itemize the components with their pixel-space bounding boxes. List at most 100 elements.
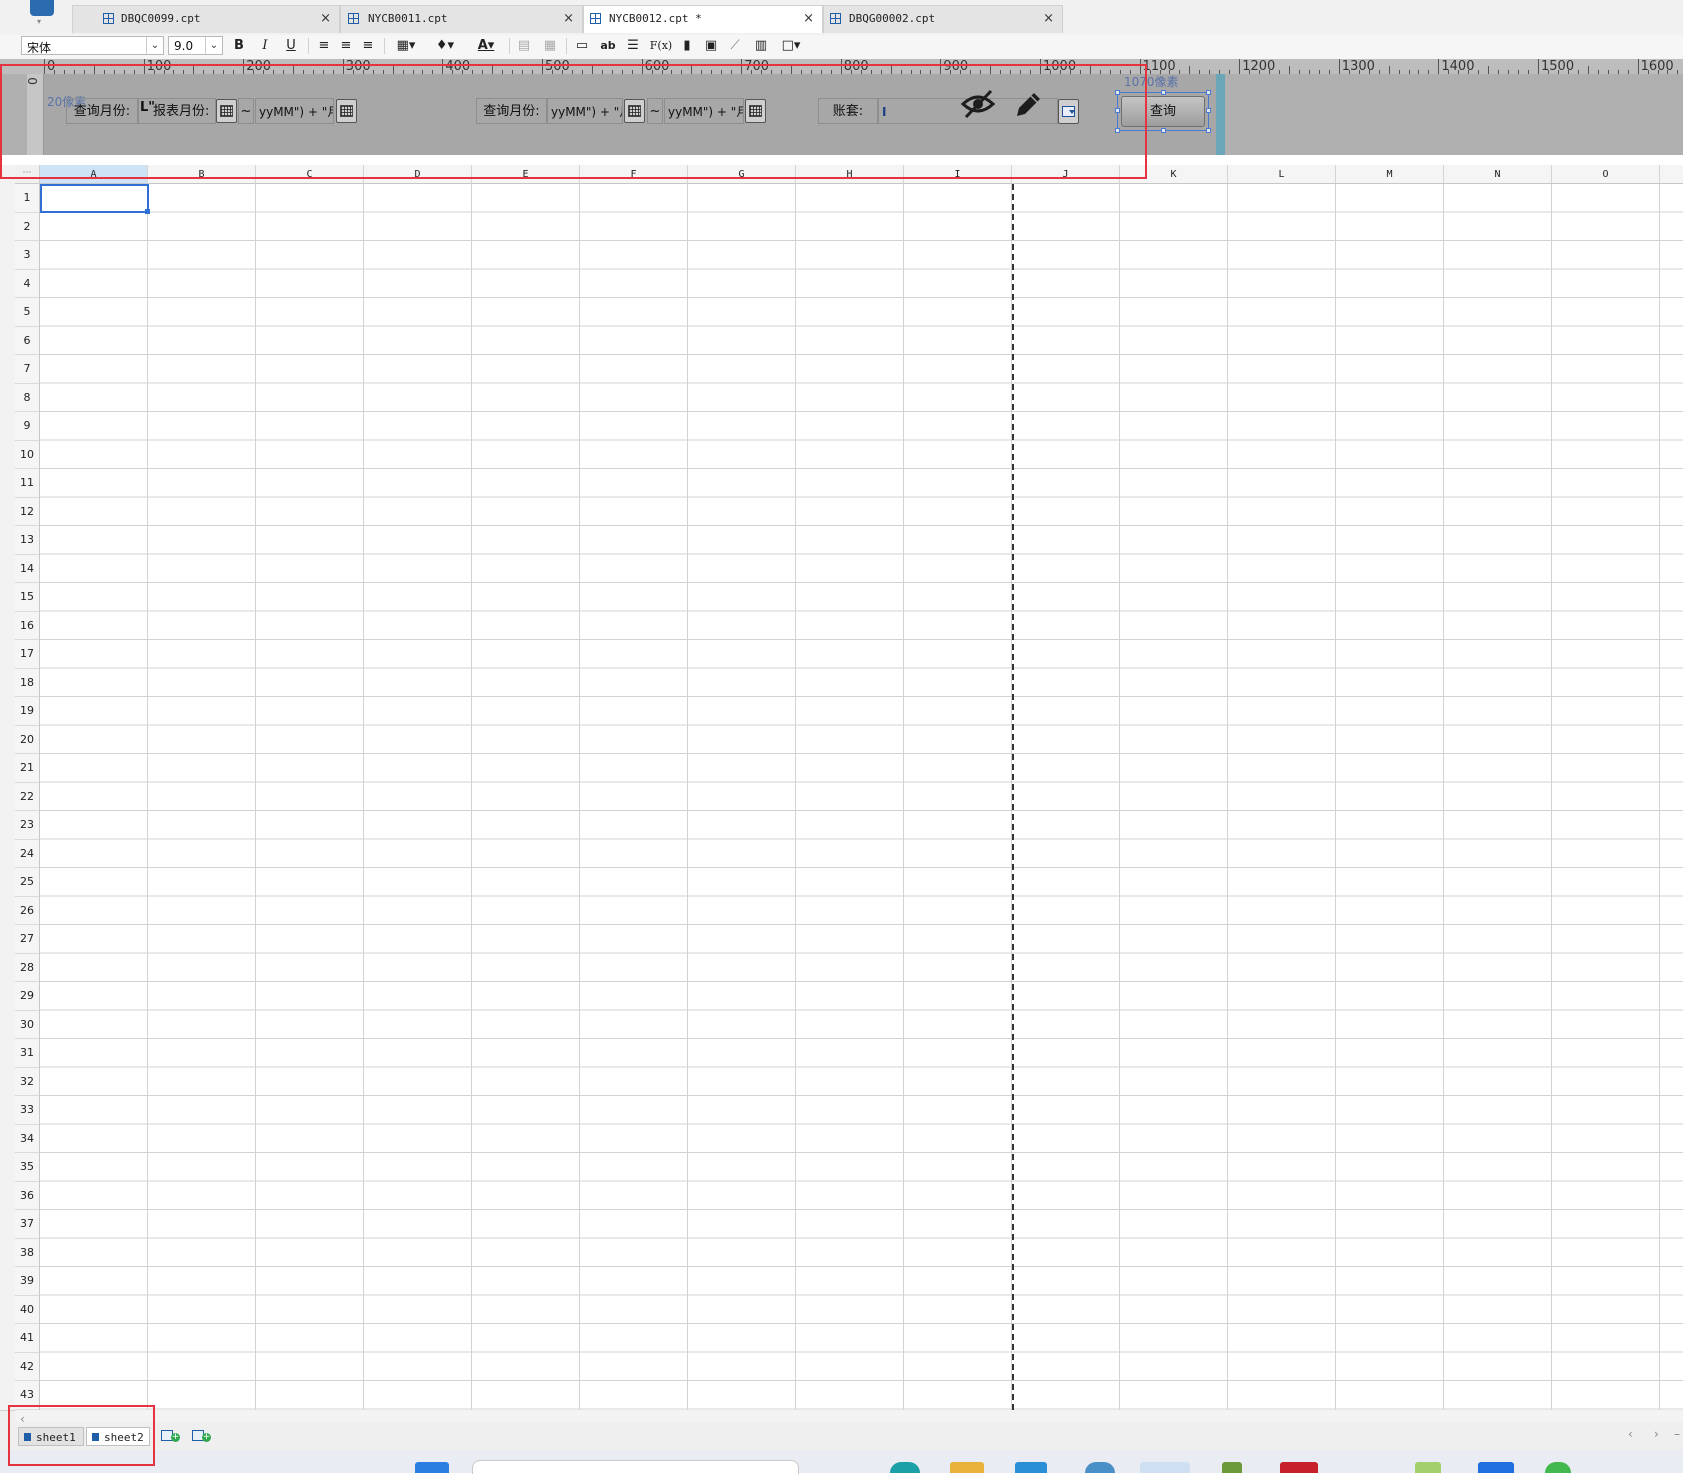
italic-button[interactable]: I: [257, 37, 273, 55]
app-logo-icon[interactable]: [30, 0, 54, 16]
bar-chart-icon[interactable]: ▮: [678, 37, 696, 55]
tab-close-icon[interactable]: ×: [563, 11, 574, 26]
split-cells-icon[interactable]: ▦: [541, 37, 559, 55]
fill-color-icon[interactable]: ♦▾: [430, 37, 460, 55]
font-family-select[interactable]: 宋体 ⌄: [21, 36, 164, 55]
app-icon[interactable]: [1085, 1462, 1115, 1473]
column-header-o[interactable]: O: [1552, 165, 1660, 183]
tab-dbqc0099[interactable]: DBQC0099.cpt ×: [72, 5, 340, 33]
scroll-prev-icon[interactable]: ‹: [1628, 1427, 1633, 1441]
text-tool-button[interactable]: ab: [598, 37, 618, 55]
row-header-36[interactable]: 36: [15, 1182, 39, 1210]
align-left-icon[interactable]: ≡: [315, 37, 333, 55]
horizontal-scrollbar[interactable]: [15, 1410, 1683, 1422]
column-header-m[interactable]: M: [1336, 165, 1444, 183]
row-header-29[interactable]: 29: [15, 982, 39, 1011]
row-header-11[interactable]: 11: [15, 469, 39, 498]
row-header-22[interactable]: 22: [15, 783, 39, 811]
red-app-icon[interactable]: [1280, 1462, 1318, 1473]
font-color-icon[interactable]: A▾: [470, 37, 502, 55]
row-header-32[interactable]: 32: [15, 1068, 39, 1096]
bold-button[interactable]: B: [231, 37, 247, 55]
merge-cells-icon[interactable]: ▤: [515, 37, 533, 55]
active-cell-a1[interactable]: [40, 184, 150, 214]
row-header-15[interactable]: 15: [15, 583, 39, 612]
paragraph-icon[interactable]: ☰: [624, 37, 642, 55]
row-header-26[interactable]: 26: [15, 897, 39, 925]
slash-icon[interactable]: ⟋: [726, 37, 744, 55]
column-header-l[interactable]: L: [1228, 165, 1336, 183]
row-header-8[interactable]: 8: [15, 384, 39, 412]
underline-button[interactable]: U: [283, 37, 299, 55]
row-header-16[interactable]: 16: [15, 612, 39, 640]
cell-grid[interactable]: [40, 184, 1683, 1410]
row-header-19[interactable]: 19: [15, 697, 39, 726]
row-header-20[interactable]: 20: [15, 726, 39, 754]
row-header-30[interactable]: 30: [15, 1011, 39, 1039]
tab-nycb0011[interactable]: NYCB0011.cpt ×: [340, 5, 583, 33]
border-style-icon[interactable]: ▦▾: [391, 37, 421, 55]
browser-icon[interactable]: [890, 1462, 920, 1473]
folder-icon[interactable]: [950, 1462, 984, 1473]
row-header-40[interactable]: 40: [15, 1296, 39, 1324]
chevron-down-icon[interactable]: ⌄: [205, 37, 222, 54]
row-header-2[interactable]: 2: [15, 213, 39, 241]
image-icon[interactable]: ▣: [702, 37, 720, 55]
row-header-14[interactable]: 14: [15, 555, 39, 583]
scroll-next-icon[interactable]: ›: [1654, 1427, 1659, 1441]
row-header-7[interactable]: 7: [15, 355, 39, 384]
formula-button[interactable]: F(x): [648, 37, 674, 55]
row-header-39[interactable]: 39: [15, 1267, 39, 1296]
start-menu-icon[interactable]: [415, 1462, 449, 1473]
row-header-4[interactable]: 4: [15, 270, 39, 298]
row-header-42[interactable]: 42: [15, 1353, 39, 1381]
font-size-select[interactable]: 9.0 ⌄: [168, 36, 223, 55]
tab-close-icon[interactable]: ×: [1043, 11, 1054, 26]
active-app-icon[interactable]: [1140, 1462, 1190, 1473]
sub-report-icon[interactable]: ▥: [752, 37, 770, 55]
blue-app-icon[interactable]: [1478, 1462, 1514, 1473]
insert-widget-icon[interactable]: ▭: [572, 37, 592, 55]
tab-close-icon[interactable]: ×: [320, 11, 331, 26]
row-header-21[interactable]: 21: [15, 754, 39, 783]
row-header-6[interactable]: 6: [15, 327, 39, 355]
store-icon[interactable]: [1015, 1462, 1047, 1473]
row-header-38[interactable]: 38: [15, 1239, 39, 1267]
row-header-25[interactable]: 25: [15, 868, 39, 897]
row-header-35[interactable]: 35: [15, 1153, 39, 1182]
row-header-17[interactable]: 17: [15, 640, 39, 669]
row-header-12[interactable]: 12: [15, 498, 39, 526]
row-header-34[interactable]: 34: [15, 1125, 39, 1153]
row-header-33[interactable]: 33: [15, 1096, 39, 1125]
row-header-1[interactable]: 1: [15, 184, 39, 213]
row-header-18[interactable]: 18: [15, 669, 39, 697]
add-sheet-icon[interactable]: +: [161, 1429, 181, 1443]
row-header-3[interactable]: 3: [15, 241, 39, 270]
align-right-icon[interactable]: ≡: [359, 37, 377, 55]
chevron-down-icon[interactable]: ⌄: [146, 37, 163, 54]
row-header-23[interactable]: 23: [15, 811, 39, 840]
row-header-31[interactable]: 31: [15, 1039, 39, 1068]
row-header-28[interactable]: 28: [15, 954, 39, 982]
parameter-panel-resize-edge[interactable]: [1216, 74, 1225, 155]
tab-dbqg00002[interactable]: DBQG00002.cpt ×: [823, 5, 1063, 33]
row-header-41[interactable]: 41: [15, 1324, 39, 1353]
green-app-icon[interactable]: [1415, 1462, 1441, 1473]
row-header-27[interactable]: 27: [15, 925, 39, 954]
tab-close-icon[interactable]: ×: [803, 11, 814, 26]
row-header-9[interactable]: 9: [15, 412, 39, 441]
scroll-end-icon[interactable]: –: [1674, 1427, 1680, 1441]
row-header-13[interactable]: 13: [15, 526, 39, 555]
row-header-24[interactable]: 24: [15, 840, 39, 868]
chat-app-icon[interactable]: [1545, 1462, 1571, 1473]
column-header-n[interactable]: N: [1444, 165, 1552, 183]
add-report-sheet-icon[interactable]: +: [192, 1429, 212, 1443]
row-header-10[interactable]: 10: [15, 441, 39, 469]
tool-icon[interactable]: [1222, 1462, 1242, 1473]
cell-border-icon[interactable]: □▾: [778, 37, 804, 55]
app-menu-caret-icon[interactable]: ▾: [37, 17, 41, 26]
align-center-icon[interactable]: ≡: [337, 37, 355, 55]
row-header-37[interactable]: 37: [15, 1210, 39, 1239]
taskbar-search-box[interactable]: [472, 1460, 799, 1474]
row-header-5[interactable]: 5: [15, 298, 39, 327]
